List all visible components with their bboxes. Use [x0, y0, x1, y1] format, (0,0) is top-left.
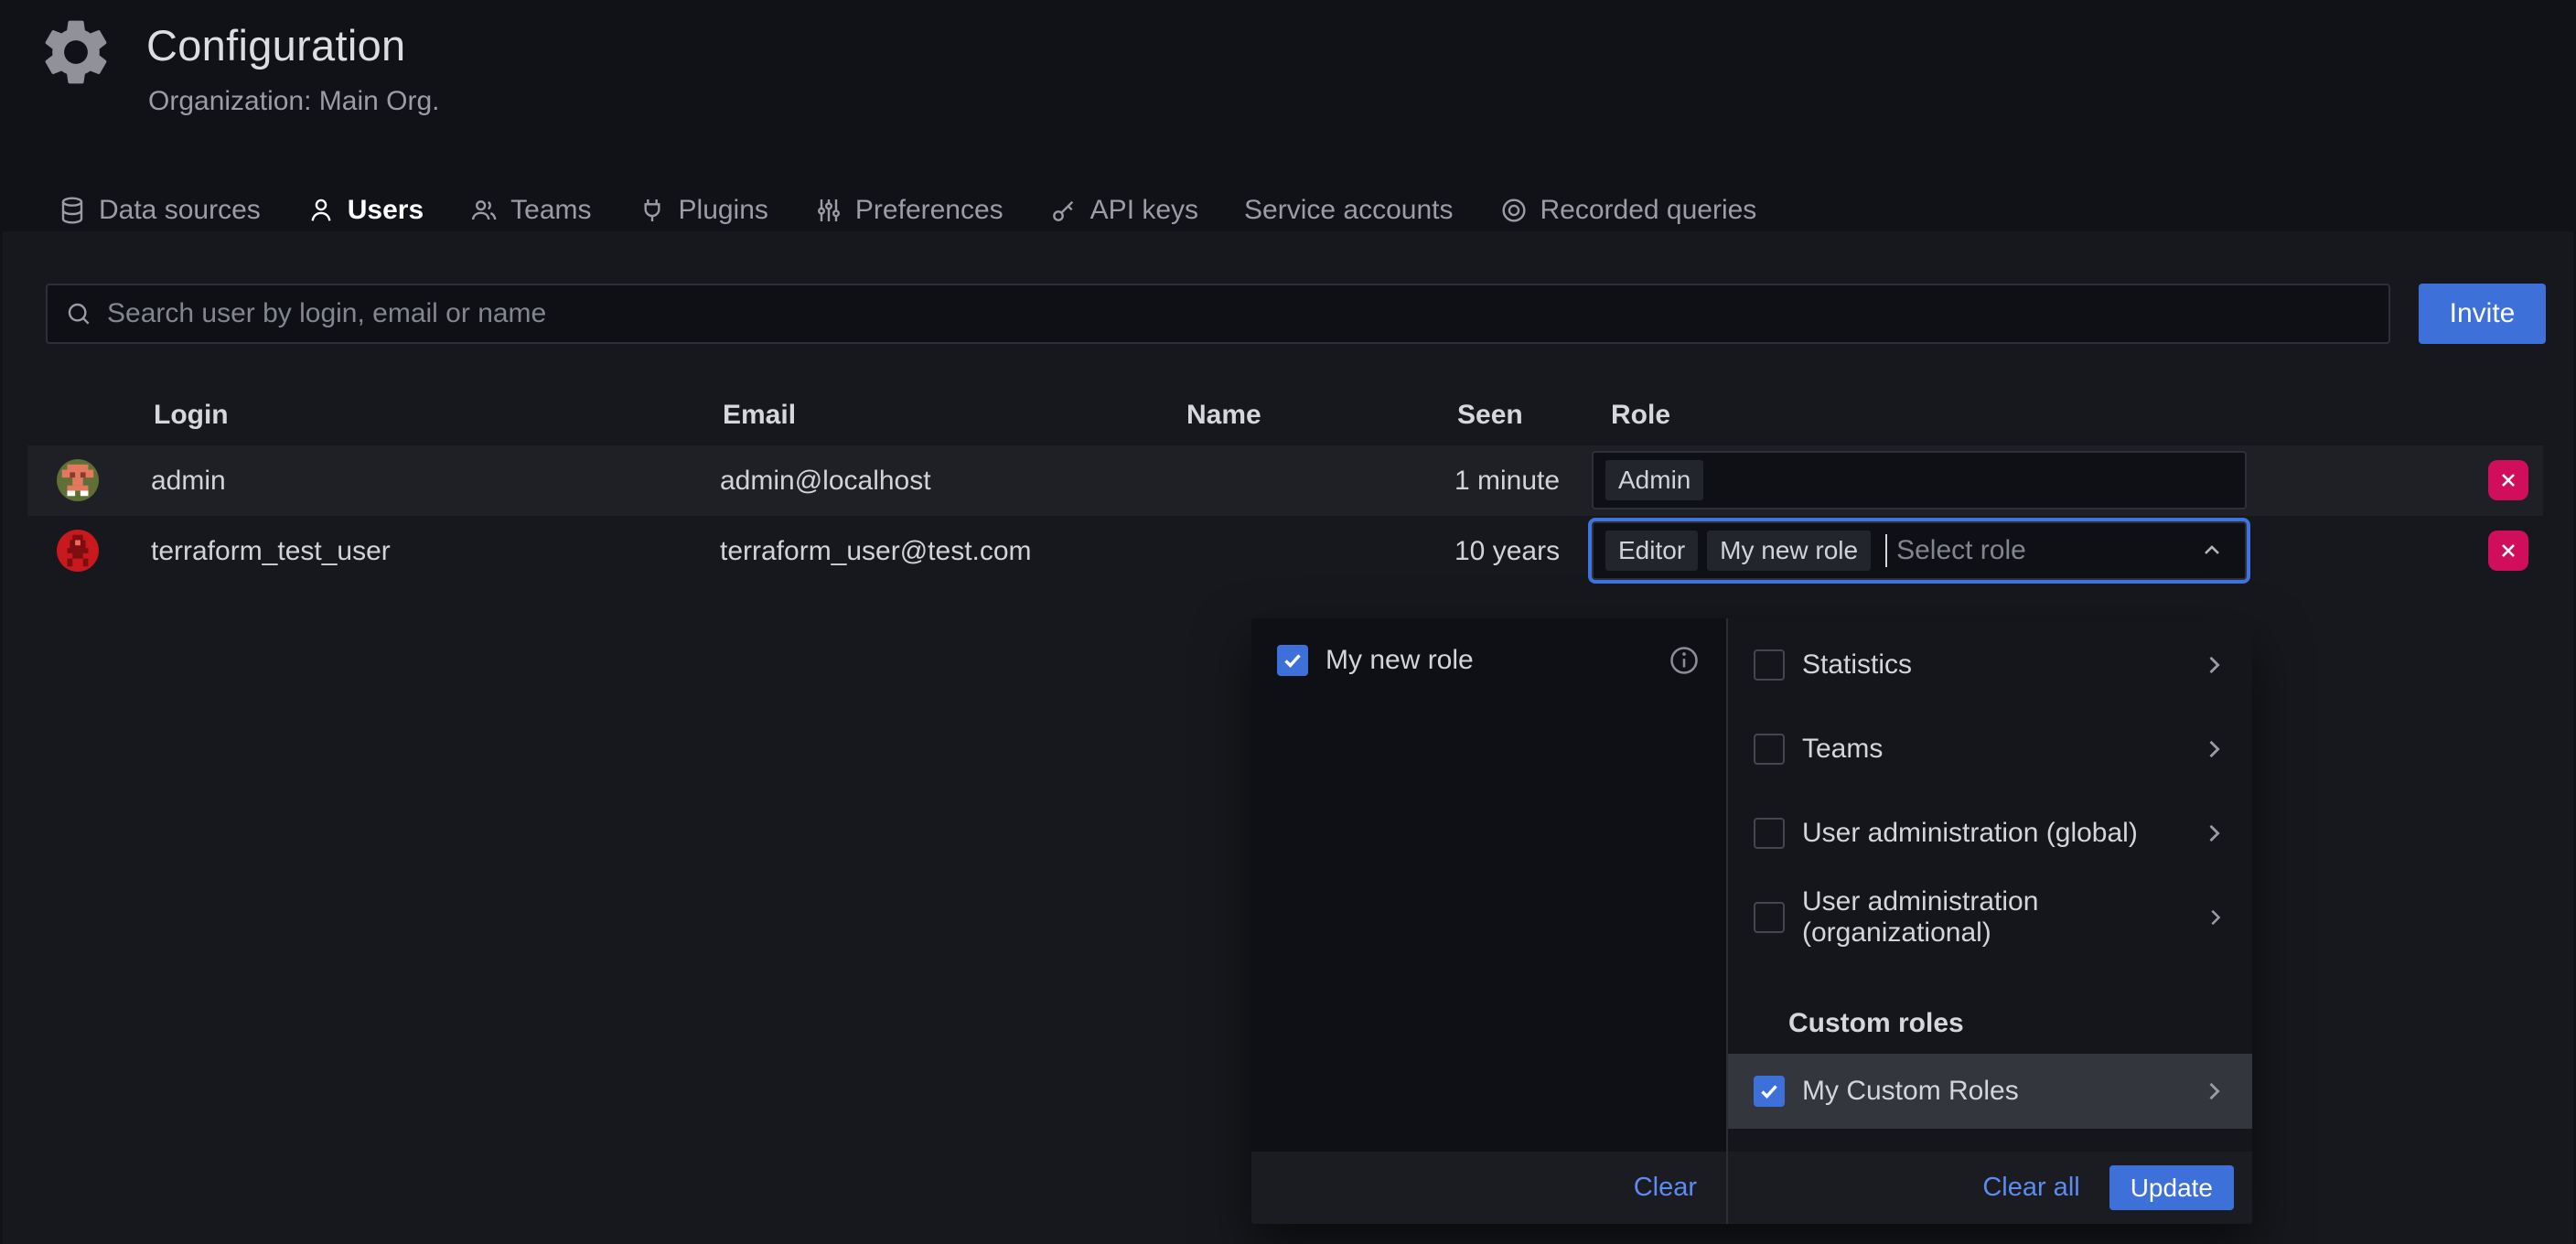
record-icon [1499, 196, 1529, 225]
update-button[interactable]: Update [2109, 1165, 2234, 1210]
tab-label: Data sources [99, 195, 261, 226]
info-icon[interactable] [1668, 644, 1701, 677]
database-icon [58, 196, 87, 225]
settings-gear-icon [37, 13, 115, 91]
chevron-up-icon[interactable] [2199, 538, 2225, 563]
table-row-terraform-test-user: terraform_test_user terraform_user@test.… [27, 516, 2543, 586]
chevron-right-icon [2201, 652, 2227, 678]
user-login: admin [151, 445, 226, 516]
custom-roles-group-header: Custom roles [1788, 996, 1964, 1051]
menu-option-label: Statistics [1802, 649, 1912, 681]
close-x-icon [2497, 469, 2519, 491]
user-login: terraform_test_user [151, 516, 391, 586]
submenu-option-my-new-role[interactable]: My new role [1251, 628, 1726, 692]
menu-option-label: User administration (global) [1802, 818, 2138, 849]
user-email: terraform_user@test.com [720, 516, 1032, 586]
menu-option-label: Teams [1802, 734, 1883, 765]
checkbox-unchecked[interactable] [1754, 734, 1785, 765]
tab-label: Preferences [855, 195, 1004, 226]
menu-option-my-custom-roles[interactable]: My Custom Roles [1728, 1054, 2252, 1129]
menu-option-label: My Custom Roles [1802, 1076, 2019, 1107]
tab-label: Users [348, 195, 424, 226]
check-icon [1758, 1080, 1780, 1102]
plug-icon [638, 196, 667, 225]
text-cursor [1885, 534, 1887, 567]
page-subtitle: Organization: Main Org. [148, 86, 439, 117]
header-seen: Seen [1457, 384, 1523, 445]
tab-label: Service accounts [1244, 195, 1453, 226]
users-group-icon [469, 196, 499, 225]
delete-user-button[interactable] [2488, 460, 2528, 500]
avatar [57, 530, 99, 572]
menu-option-user-administration-global[interactable]: User administration (global) [1728, 791, 2252, 875]
chevron-right-icon [2204, 905, 2227, 930]
role-select-placeholder: Select role [1896, 535, 2026, 566]
checkbox-unchecked[interactable] [1754, 902, 1785, 933]
menu-footer: Clear all Update [1728, 1152, 2252, 1224]
table-row-admin: admin admin@localhost 1 minute Admin [27, 445, 2543, 516]
avatar [57, 459, 99, 501]
menu-option-statistics[interactable]: Statistics [1728, 623, 2252, 707]
users-content: Invite Login Email Name Seen Role [3, 231, 2573, 1244]
page-header: Configuration Organization: Main Org. [0, 0, 2576, 179]
menu-option-label: User administration (organizational) [1802, 886, 2186, 949]
key-icon [1049, 196, 1079, 225]
check-icon [1282, 649, 1304, 671]
tab-label: Recorded queries [1540, 195, 1757, 226]
header-login: Login [154, 384, 229, 445]
role-picker-submenu: My new role Clear [1251, 618, 1726, 1224]
tab-label: Teams [510, 195, 591, 226]
submenu-footer: Clear [1251, 1152, 1726, 1224]
role-picker-dropdown: My new role Clear Statistics [1251, 618, 2252, 1224]
clear-button[interactable]: Clear [1634, 1173, 1697, 1203]
role-chip[interactable]: Editor [1605, 531, 1698, 571]
header-email: Email [723, 384, 796, 445]
invite-button[interactable]: Invite [2419, 284, 2546, 344]
checkbox-checked[interactable] [1277, 645, 1308, 676]
menu-option-user-administration-organizational[interactable]: User administration (organizational) [1728, 875, 2252, 960]
search-icon [64, 299, 93, 328]
header-role: Role [1611, 384, 1670, 445]
role-chip[interactable]: Admin [1605, 460, 1703, 500]
role-picker-menu: Statistics Teams User administration (gl… [1726, 618, 2252, 1224]
user-icon [306, 196, 336, 225]
sliders-icon [814, 196, 843, 225]
checkbox-unchecked[interactable] [1754, 649, 1785, 681]
search-input[interactable] [107, 298, 2372, 329]
delete-user-button[interactable] [2488, 531, 2528, 571]
grafana-configuration-page: Configuration Organization: Main Org. Da… [0, 0, 2576, 1244]
chevron-right-icon [2201, 820, 2227, 846]
header-name: Name [1186, 384, 1261, 445]
page-title: Configuration [146, 20, 405, 70]
chevron-right-icon [2201, 1078, 2227, 1104]
menu-option-teams[interactable]: Teams [1728, 707, 2252, 791]
users-table-header: Login Email Name Seen Role [27, 384, 2543, 445]
user-search [46, 284, 2390, 344]
chevron-right-icon [2201, 736, 2227, 762]
role-select-terraform-user[interactable]: Editor My new role Select role [1592, 521, 2247, 580]
checkbox-unchecked[interactable] [1754, 818, 1785, 849]
tab-label: API keys [1090, 195, 1198, 226]
tab-label: Plugins [679, 195, 768, 226]
user-seen: 10 years [1454, 516, 1560, 586]
user-email: admin@localhost [720, 445, 931, 516]
checkbox-checked[interactable] [1754, 1076, 1785, 1107]
clear-all-button[interactable]: Clear all [1982, 1173, 2079, 1203]
close-x-icon [2497, 540, 2519, 562]
role-select-admin[interactable]: Admin [1592, 451, 2247, 509]
submenu-option-label: My new role [1326, 645, 1474, 676]
role-chip[interactable]: My new role [1707, 531, 1871, 571]
user-seen: 1 minute [1454, 445, 1560, 516]
